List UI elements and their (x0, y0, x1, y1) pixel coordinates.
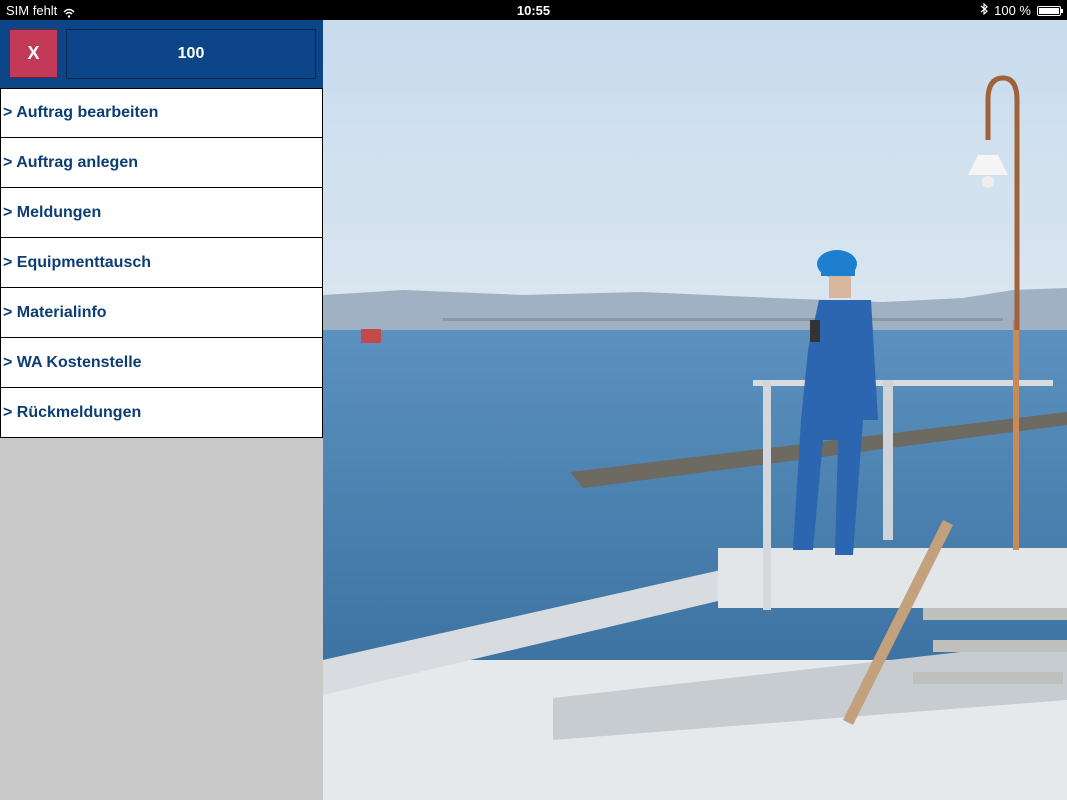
menu-item-equipmenttausch[interactable]: > Equipmenttausch (0, 238, 323, 288)
menu-item-rueckmeldungen[interactable]: > Rückmeldungen (0, 388, 323, 438)
sky (323, 20, 1067, 320)
sidebar: X 100 > Auftrag bearbeiten > Auftrag anl… (0, 20, 323, 800)
bridge (443, 318, 1003, 321)
menu-item-materialinfo[interactable]: > Materialinfo (0, 288, 323, 338)
status-bar: SIM fehlt 10:55 100 % (0, 0, 1067, 20)
menu-item-auftrag-bearbeiten[interactable]: > Auftrag bearbeiten (0, 88, 323, 138)
battery-text: 100 % (994, 3, 1031, 18)
menu-item-wa-kostenstelle[interactable]: > WA Kostenstelle (0, 338, 323, 388)
hero-photo (323, 20, 1067, 800)
menu-item-meldungen[interactable]: > Meldungen (0, 188, 323, 238)
bluetooth-icon (980, 2, 989, 18)
status-time: 10:55 (516, 3, 551, 18)
sidebar-header: X 100 (0, 20, 323, 88)
menu-item-auftrag-anlegen[interactable]: > Auftrag anlegen (0, 138, 323, 188)
status-right: 100 % (980, 2, 1063, 18)
close-button[interactable]: X (9, 29, 58, 78)
ship (361, 329, 381, 343)
main-menu: > Auftrag bearbeiten > Auftrag anlegen >… (0, 88, 323, 438)
number-button[interactable]: 100 (66, 29, 316, 79)
battery-level (1039, 7, 1059, 14)
battery-icon (1037, 5, 1063, 16)
